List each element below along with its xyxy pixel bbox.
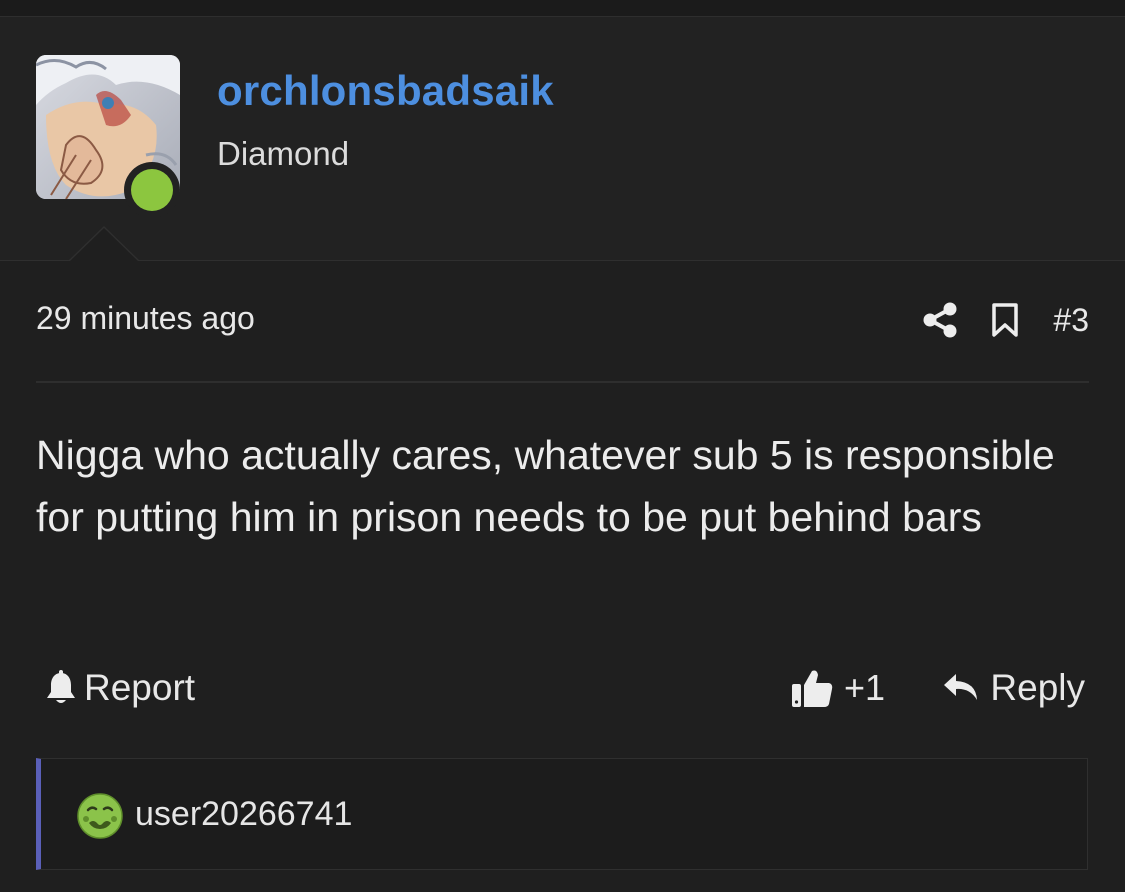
- reaction-username[interactable]: user20266741: [135, 795, 352, 834]
- report-button[interactable]: Report: [44, 660, 195, 716]
- reply-button[interactable]: Reply: [942, 660, 1085, 716]
- thumbs-up-icon: [792, 670, 833, 707]
- forum-post: orchlonsbadsaik Diamond 29 minutes ago #…: [0, 0, 1125, 892]
- top-strip: [0, 0, 1125, 17]
- post-footer: Report +1 Reply: [0, 660, 1125, 716]
- username-link[interactable]: orchlonsbadsaik: [217, 67, 554, 115]
- report-label: Report: [84, 667, 196, 708]
- reactions-panel[interactable]: user20266741: [36, 758, 1088, 870]
- divider: [36, 381, 1089, 383]
- post-author-header: orchlonsbadsaik Diamond: [0, 17, 1125, 261]
- post-number-link[interactable]: #3: [1053, 302, 1089, 339]
- nauseated-face-emoji: [77, 793, 123, 839]
- post-timestamp[interactable]: 29 minutes ago: [36, 300, 255, 337]
- share-button[interactable]: [923, 302, 957, 338]
- bookmark-icon: [992, 303, 1019, 337]
- share-icon: [923, 302, 957, 338]
- online-status-indicator: [124, 162, 180, 218]
- post-meta-actions: #3: [923, 298, 1089, 342]
- bookmark-button[interactable]: [991, 302, 1019, 338]
- reply-arrow-icon: [944, 674, 978, 700]
- bell-icon: [47, 670, 75, 703]
- reply-label: Reply: [990, 667, 1085, 708]
- user-rank: Diamond: [217, 135, 350, 172]
- like-count: +1: [844, 667, 886, 708]
- post-message: Nigga who actually cares, whatever sub 5…: [36, 432, 1055, 540]
- like-button[interactable]: +1: [790, 660, 885, 716]
